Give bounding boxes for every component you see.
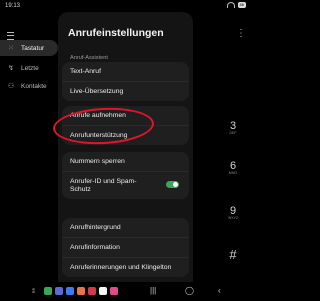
settings-item-block-numbers[interactable]: Nummern sperren bbox=[62, 152, 189, 171]
settings-group-blocking: Nummern sperren Anrufer-ID und Spam-Schu… bbox=[62, 152, 189, 199]
dial-key-9[interactable]: 9 WXYZ bbox=[224, 205, 242, 220]
back-icon[interactable]: ‹ bbox=[218, 286, 221, 295]
sidebar-item-tastatur[interactable]: ⁙ Tastatur bbox=[0, 40, 58, 56]
status-icons: 86 bbox=[226, 2, 246, 8]
menu-icon[interactable] bbox=[7, 32, 14, 40]
browser-app-icon[interactable] bbox=[66, 287, 74, 295]
recents-icon[interactable]: ||| bbox=[150, 286, 156, 295]
status-time: 19:13 bbox=[5, 3, 21, 9]
settings-item-reminders-ringtone[interactable]: Anruferinnerungen und Klingelton bbox=[62, 257, 189, 277]
dial-key-6[interactable]: 6 MNO bbox=[224, 160, 242, 175]
recent-calls-icon: ↯ bbox=[8, 65, 14, 72]
dialpad-icon: ⁙ bbox=[8, 45, 14, 52]
call-settings-panel: Anrufeinstellungen Anruf-Assistent Text-… bbox=[58, 12, 193, 282]
dial-key-letters: WXYZ bbox=[227, 216, 239, 220]
dial-key-letters: DEF bbox=[229, 131, 237, 135]
sidebar-item-label: Kontakte bbox=[21, 82, 47, 90]
settings-item-text-call[interactable]: Text-Anruf bbox=[62, 62, 189, 81]
sidebar-item-kontakte[interactable]: ⚇ Kontakte bbox=[0, 78, 58, 94]
dial-key-3[interactable]: 3 DEF bbox=[224, 120, 242, 135]
dial-key-hash[interactable]: # bbox=[224, 247, 242, 262]
status-bar: 19:13 86 bbox=[0, 0, 250, 12]
app-drawer-icon[interactable]: ⁞⁞⁞ bbox=[32, 289, 35, 295]
settings-item-live-translate[interactable]: Live-Übersetzung bbox=[62, 81, 189, 101]
battery-icon: 86 bbox=[237, 2, 246, 8]
taskbar-apps bbox=[44, 287, 118, 295]
home-icon[interactable]: ◯ bbox=[185, 286, 194, 295]
section-label-call-assistant: Anruf-Assistent bbox=[70, 55, 108, 61]
messages-app-icon[interactable] bbox=[55, 287, 63, 295]
settings-item-caller-id-spam[interactable]: Anrufer-ID und Spam-Schutz bbox=[62, 171, 189, 199]
navigation-bar: ⁞⁞⁞ ||| ◯ ‹ bbox=[0, 282, 250, 301]
photos-app-icon[interactable] bbox=[110, 287, 118, 295]
sidebar-item-label: Letzte bbox=[21, 64, 39, 72]
dial-key-digit: # bbox=[229, 247, 237, 262]
contacts-icon: ⚇ bbox=[7, 83, 15, 90]
wifi-icon bbox=[226, 2, 235, 8]
settings-item-call-background[interactable]: Anrufhintergrund bbox=[62, 218, 189, 237]
calendar-app-icon[interactable] bbox=[99, 287, 107, 295]
sidebar-item-label: Tastatur bbox=[21, 44, 45, 52]
caller-id-toggle[interactable] bbox=[166, 181, 179, 188]
sidebar: ⁙ Tastatur ↯ Letzte ⚇ Kontakte bbox=[0, 12, 58, 282]
dial-key-letters: MNO bbox=[228, 171, 238, 175]
settings-group-display: Anrufhintergrund Anrufinformation Anrufe… bbox=[62, 218, 189, 277]
more-options-icon[interactable] bbox=[236, 28, 246, 40]
settings-item-call-info[interactable]: Anrufinformation bbox=[62, 237, 189, 257]
settings-group-assistant: Text-Anruf Live-Übersetzung bbox=[62, 62, 189, 101]
dialpad-partial: 3 DEF 6 MNO 9 WXYZ # bbox=[220, 12, 250, 282]
page-title: Anrufeinstellungen bbox=[68, 27, 164, 39]
gallery-app-icon[interactable] bbox=[77, 287, 85, 295]
youtube-app-icon[interactable] bbox=[88, 287, 96, 295]
sidebar-item-letzte[interactable]: ↯ Letzte bbox=[0, 60, 58, 76]
settings-item-label: Anrufer-ID und Spam-Schutz bbox=[70, 177, 137, 193]
phone-app-icon[interactable] bbox=[44, 287, 52, 295]
